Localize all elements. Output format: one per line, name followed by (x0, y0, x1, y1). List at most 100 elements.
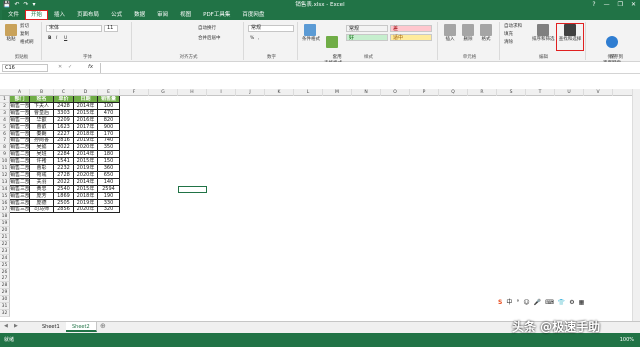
cancel-entry-icon[interactable]: ✕ (58, 64, 62, 70)
font-size-dropdown[interactable]: 11 (104, 25, 118, 32)
format-painter-button[interactable]: 格式刷 (20, 40, 34, 46)
tab-page-layout[interactable]: 页面布局 (71, 10, 105, 20)
tab-insert[interactable]: 插入 (48, 10, 71, 20)
name-box[interactable]: C16 (2, 64, 48, 72)
formula-input[interactable] (100, 63, 636, 73)
table-cell[interactable]: 司马师 (30, 206, 54, 214)
column-header-i[interactable]: I (207, 89, 236, 96)
autosum-button[interactable]: 自动求和 (504, 24, 522, 30)
format-cells-icon (480, 24, 492, 36)
style-neutral[interactable]: 适中 (390, 34, 432, 41)
tab-review[interactable]: 审阅 (151, 10, 174, 20)
insert-cells-button[interactable]: 插入 (442, 24, 458, 43)
help-icon[interactable]: ? (592, 0, 595, 9)
sort-filter-button[interactable]: 排序和筛选 (532, 24, 555, 43)
ribbon-tabs: 文件 开始 插入 页面布局 公式 数据 审阅 视图 PDF工具集 百度网盘 (0, 10, 640, 20)
column-header-u[interactable]: U (555, 89, 584, 96)
font-name-dropdown[interactable]: 宋体 (46, 25, 102, 32)
column-header-b[interactable]: B (30, 89, 54, 96)
ime-mode-label[interactable]: 中 (506, 298, 512, 308)
column-header-t[interactable]: T (526, 89, 555, 96)
sogou-ime-bar: S 中 ° ☺ 🎤 ⌨ 👕 ⚙ ▦ (498, 298, 584, 308)
sheet-nav-left-icon[interactable]: ◀ (4, 323, 8, 329)
minimize-button[interactable]: — (604, 0, 610, 9)
sheet-nav-right-icon[interactable]: ▶ (14, 323, 18, 329)
column-header-l[interactable]: L (294, 89, 323, 96)
clear-button[interactable]: 清除 (504, 40, 513, 46)
bold-button[interactable]: B (48, 36, 51, 42)
alignment-group-label: 对齐方式 (179, 55, 198, 60)
conditional-format-button[interactable]: 条件格式 (302, 24, 320, 43)
copy-button[interactable]: 复制 (20, 32, 29, 38)
cut-button[interactable]: 剪切 (20, 24, 29, 30)
column-header-n[interactable]: N (352, 89, 381, 96)
column-header-v[interactable]: V (584, 89, 613, 96)
table-cell[interactable]: 2020年 (74, 206, 98, 214)
add-sheet-icon[interactable]: ⊕ (100, 322, 106, 330)
column-header-q[interactable]: Q (439, 89, 468, 96)
delete-cells-button[interactable]: 删除 (460, 24, 476, 43)
find-select-highlight (556, 23, 584, 51)
percent-button[interactable]: % (250, 36, 254, 42)
zoom-level[interactable]: 100% (620, 333, 634, 347)
table-cell[interactable]: 2856 (54, 206, 74, 214)
cells-group: 插入 删除 格式 单元格 (440, 22, 500, 60)
punctuation-icon[interactable]: ° (516, 298, 519, 308)
tab-view[interactable]: 视图 (174, 10, 197, 20)
settings-icon[interactable]: ⚙ (569, 298, 574, 308)
tab-home[interactable]: 开始 (25, 10, 49, 20)
column-header-g[interactable]: G (149, 89, 178, 96)
merge-center-button[interactable]: 合并后居中 (198, 36, 221, 42)
underline-button[interactable]: U (64, 36, 67, 42)
column-header-c[interactable]: C (54, 89, 74, 96)
cells-group-label: 单元格 (462, 55, 477, 60)
column-header-d[interactable]: D (74, 89, 98, 96)
table-cell[interactable]: 320 (98, 206, 120, 214)
column-header-r[interactable]: R (468, 89, 497, 96)
toolbox-icon[interactable]: ▦ (579, 298, 585, 308)
confirm-entry-icon[interactable]: ✓ (68, 64, 72, 70)
tab-baidu-netdisk[interactable]: 百度网盘 (236, 10, 270, 20)
sheet-tab-sheet1[interactable]: Sheet1 (36, 322, 67, 332)
table-cell[interactable]: 销售三部 (10, 206, 30, 214)
style-good[interactable]: 好 (346, 34, 388, 41)
restore-button[interactable]: ❐ (618, 0, 623, 9)
column-header-p[interactable]: P (410, 89, 439, 96)
column-header-m[interactable]: M (323, 89, 352, 96)
microphone-icon[interactable]: 🎤 (534, 298, 541, 308)
vertical-scrollbar[interactable] (632, 89, 640, 321)
wrap-text-button[interactable]: 自动换行 (198, 26, 216, 32)
skin-icon[interactable]: 👕 (558, 298, 565, 308)
number-format-dropdown[interactable]: 常规 (248, 25, 294, 32)
style-bad[interactable]: 差 (390, 25, 432, 32)
insert-cells-icon (444, 24, 456, 36)
fill-button[interactable]: 填充 (504, 32, 513, 38)
column-header-s[interactable]: S (497, 89, 526, 96)
format-cells-button[interactable]: 格式 (478, 24, 494, 43)
column-header-e[interactable]: E (98, 89, 120, 96)
keyboard-icon[interactable]: ⌨ (545, 298, 554, 308)
paste-button[interactable]: 粘贴 (4, 24, 18, 43)
fx-icon[interactable]: fx (88, 64, 93, 70)
tab-pdf-tools[interactable]: PDF工具集 (197, 10, 236, 20)
emoji-icon[interactable]: ☺ (523, 298, 529, 308)
column-header-o[interactable]: O (381, 89, 410, 96)
column-header-a[interactable]: A (10, 89, 30, 96)
close-button[interactable]: ✕ (631, 0, 636, 9)
tab-file[interactable]: 文件 (2, 10, 26, 20)
column-header-j[interactable]: J (236, 89, 265, 96)
tab-formulas[interactable]: 公式 (105, 10, 128, 20)
comma-button[interactable]: , (258, 36, 259, 42)
sogou-logo-icon[interactable]: S (498, 298, 502, 308)
column-header-h[interactable]: H (178, 89, 207, 96)
style-normal[interactable]: 常规 (346, 25, 388, 32)
column-header-f[interactable]: F (120, 89, 149, 96)
column-header-k[interactable]: K (265, 89, 294, 96)
row-header-32[interactable]: 32 (0, 309, 10, 317)
sheet-tab-sheet2[interactable]: Sheet2 (66, 322, 97, 332)
selected-cell[interactable] (178, 185, 207, 193)
italic-button[interactable]: I (56, 36, 57, 42)
save-group-label: 保存 (607, 55, 617, 60)
tab-data[interactable]: 数据 (128, 10, 151, 20)
status-bar: 就绪 100% (0, 333, 640, 347)
